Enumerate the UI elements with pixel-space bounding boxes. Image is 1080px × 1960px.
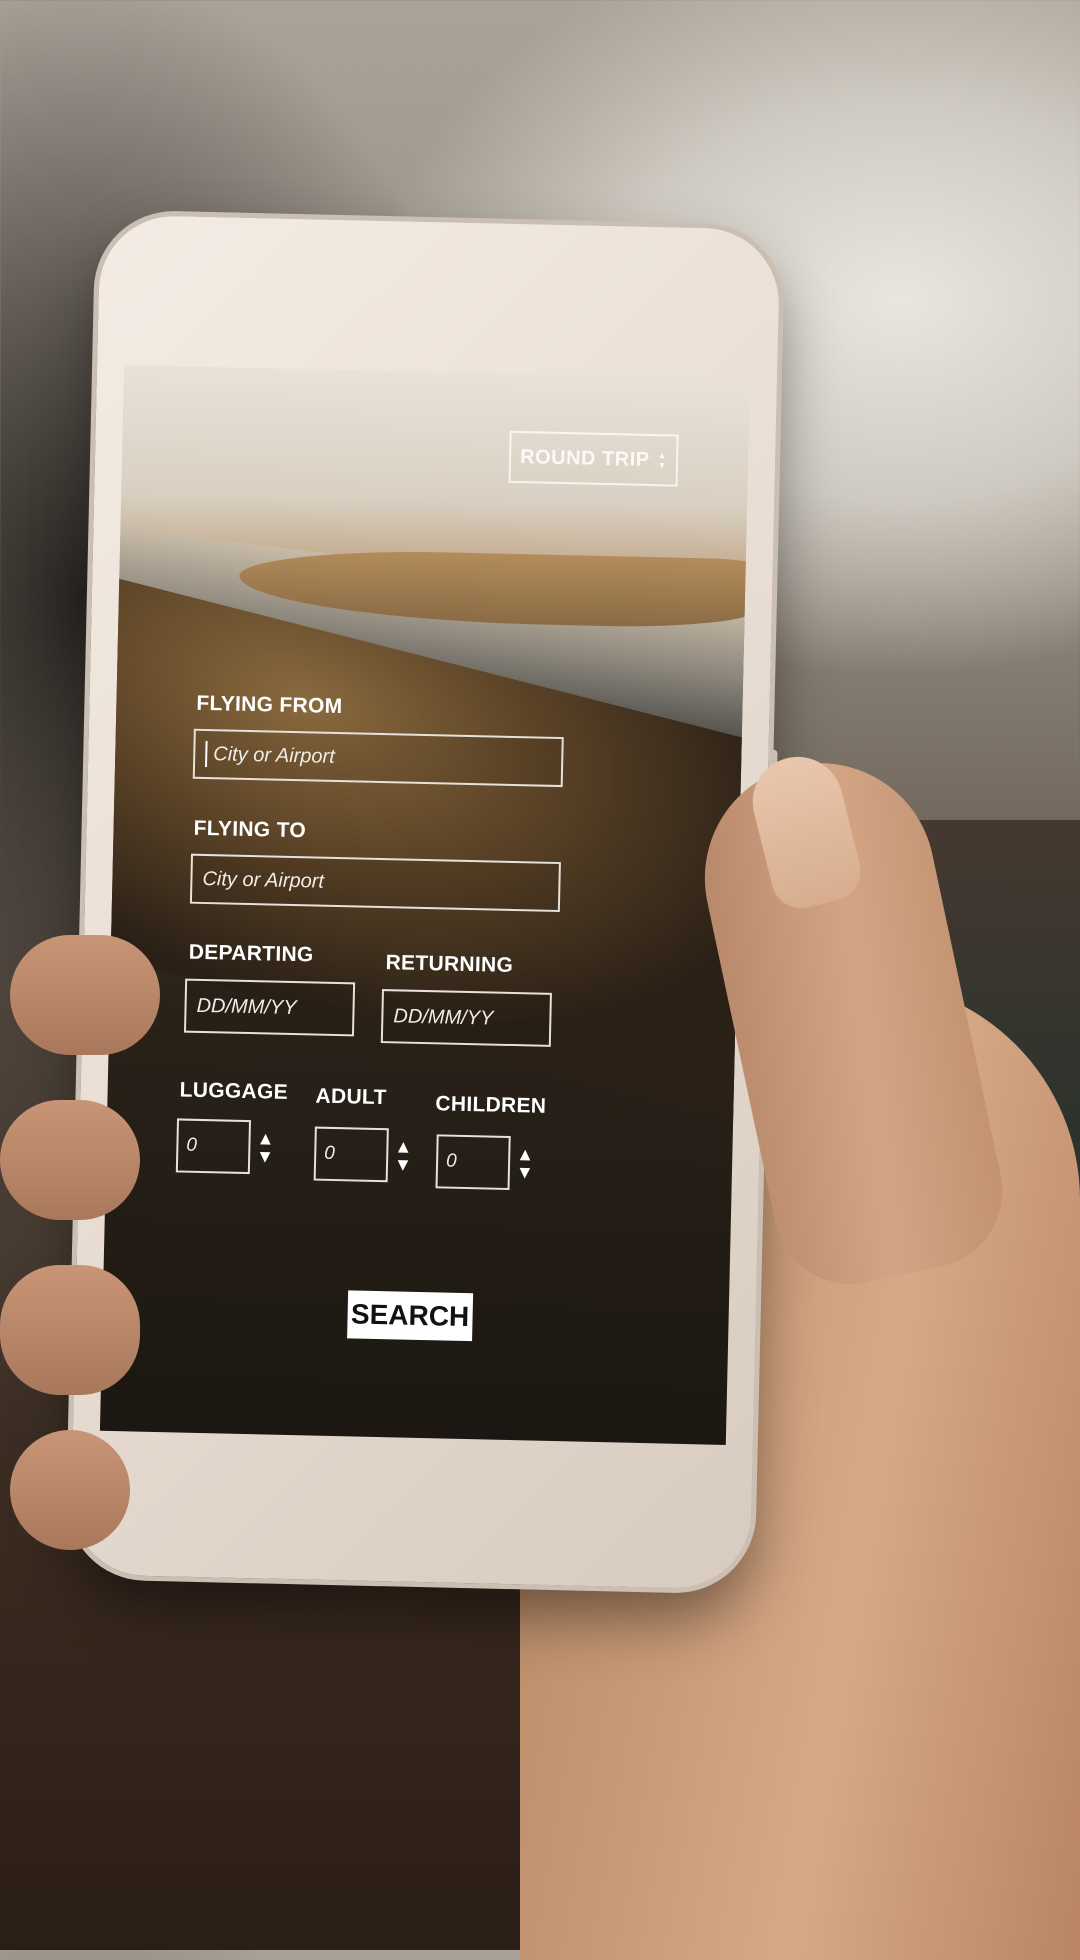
departing-date-input[interactable]: DD/MM/YY <box>183 978 356 1037</box>
adult-spin-icon[interactable]: ▲ ▼ <box>394 1136 413 1174</box>
returning-date-input[interactable]: DD/MM/YY <box>380 989 552 1047</box>
trip-type-arrows-icon: ▲ ▼ <box>657 450 668 471</box>
children-input[interactable]: 0 <box>435 1134 511 1190</box>
returning-label: RETURNING <box>385 951 514 978</box>
flying-to-label: FLYING TO <box>193 816 307 843</box>
flight-search-form: ROUND TRIP ▲ ▼ FLYING FROM City or Airpo… <box>100 365 750 1445</box>
children-spin-icon[interactable]: ▲ ▼ <box>516 1144 535 1182</box>
flying-to-placeholder: City or Airport <box>202 867 325 893</box>
finger-index <box>10 935 160 1055</box>
finger-pinky <box>10 1430 130 1550</box>
flying-from-placeholder: City or Airport <box>213 742 336 768</box>
finger-middle <box>0 1100 140 1220</box>
flying-to-input[interactable]: City or Airport <box>189 853 561 913</box>
adult-input[interactable]: 0 <box>313 1126 389 1183</box>
luggage-stepper[interactable]: 0 ▲ ▼ <box>175 1118 275 1175</box>
adult-label: ADULT <box>315 1084 387 1110</box>
phone-screen: ROUND TRIP ▲ ▼ FLYING FROM City or Airpo… <box>99 365 750 1445</box>
text-cursor <box>205 740 208 768</box>
departing-label: DEPARTING <box>188 940 314 967</box>
luggage-label: LUGGAGE <box>179 1078 289 1104</box>
departing-placeholder: DD/MM/YY <box>196 994 297 1019</box>
finger-ring <box>0 1265 140 1395</box>
children-label: CHILDREN <box>435 1092 547 1118</box>
returning-placeholder: DD/MM/YY <box>393 1004 494 1030</box>
luggage-input[interactable]: 0 <box>175 1118 252 1175</box>
trip-type-select[interactable]: ROUND TRIP ▲ ▼ <box>508 430 679 487</box>
search-button[interactable]: SEARCH <box>347 1290 474 1342</box>
children-stepper[interactable]: 0 ▲ ▼ <box>435 1134 535 1190</box>
smartphone: ROUND TRIP ▲ ▼ FLYING FROM City or Airpo… <box>69 214 781 1590</box>
flying-from-label: FLYING FROM <box>196 691 343 719</box>
trip-type-value: ROUND TRIP <box>519 445 650 471</box>
flying-from-input[interactable]: City or Airport <box>192 728 564 788</box>
adult-stepper[interactable]: 0 ▲ ▼ <box>313 1126 413 1183</box>
luggage-spin-icon[interactable]: ▲ ▼ <box>256 1128 275 1166</box>
